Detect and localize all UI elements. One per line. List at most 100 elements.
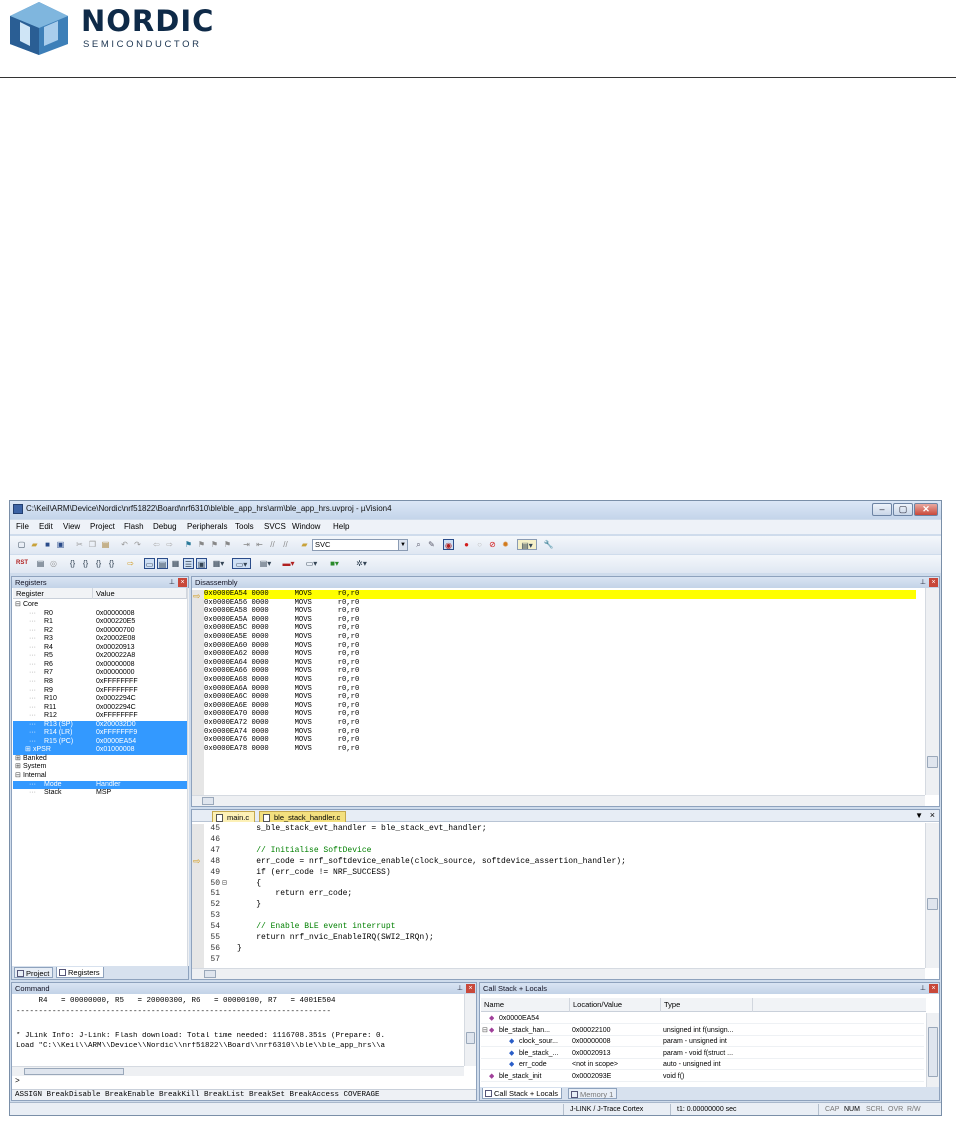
- symbols-window-icon[interactable]: ▦: [170, 558, 181, 569]
- step-out-icon[interactable]: {}: [93, 558, 104, 569]
- callstack-row[interactable]: ◆ err_code <not in scope> auto - unsigned i…: [481, 1059, 924, 1070]
- app-icon[interactable]: [13, 504, 23, 514]
- disassembly-row[interactable]: 0x0000EA6C 0000 MOVS r0,r0: [204, 693, 916, 702]
- open-folder-icon[interactable]: ▰: [29, 539, 40, 550]
- menu-view[interactable]: View: [63, 522, 80, 531]
- close-icon[interactable]: ×: [929, 984, 938, 993]
- run-to-cursor-icon[interactable]: {}: [106, 558, 117, 569]
- callstack-row[interactable]: ◆ 0x0000EA54: [481, 1013, 924, 1024]
- serial-windows-icon[interactable]: ▤▾: [256, 558, 275, 569]
- code-line[interactable]: 53: [192, 911, 922, 922]
- copy-icon[interactable]: ❐: [87, 539, 98, 550]
- editor-hscroll[interactable]: [192, 968, 925, 979]
- command-hscroll-thumb[interactable]: [24, 1068, 124, 1075]
- pin-icon[interactable]: ⊥: [169, 577, 175, 588]
- pin-icon[interactable]: ⊥: [920, 577, 926, 588]
- register-row[interactable]: ··· R3 0x20002E08: [13, 635, 187, 644]
- menu-flash[interactable]: Flash: [124, 522, 144, 531]
- collapse-icon[interactable]: ⊟: [15, 601, 21, 610]
- callstack-row[interactable]: ◆ ⊟ ble_stack_han... 0x00022100 unsigned int…: [481, 1025, 924, 1036]
- debug-session-icon[interactable]: ◉: [443, 539, 454, 550]
- system-viewer-icon[interactable]: ■▾: [325, 558, 344, 569]
- close-icon[interactable]: ×: [466, 984, 475, 993]
- disassembly-row[interactable]: 0x0000EA5A 0000 MOVS r0,r0: [204, 616, 916, 625]
- cut-icon[interactable]: ✂: [74, 539, 85, 550]
- register-row[interactable]: ⊞ Banked: [13, 755, 187, 764]
- menu-window[interactable]: Window: [292, 522, 320, 531]
- tab-call-stack-locals[interactable]: Call Stack + Locals: [482, 1088, 562, 1099]
- unindent-icon[interactable]: ⇤: [254, 539, 265, 550]
- code-view[interactable]: ⇨ 45 s_ble_stack_evt_handler = ble_stack…: [192, 824, 925, 968]
- title-bar[interactable]: C:\Keil\ARM\Device\Nordic\nrf51822\Board…: [10, 501, 941, 519]
- incremental-find-icon[interactable]: ✎: [426, 539, 437, 550]
- tab-main-c[interactable]: main.c: [212, 811, 256, 822]
- register-row[interactable]: ··· R0 0x00000008: [13, 610, 187, 619]
- expand-icon[interactable]: ⊞: [25, 746, 31, 755]
- step-into-icon[interactable]: {}: [67, 558, 78, 569]
- fold-icon[interactable]: ⊟: [222, 879, 227, 890]
- disassembly-hscroll[interactable]: [192, 795, 925, 806]
- save-icon[interactable]: ■: [42, 539, 53, 550]
- pin-icon[interactable]: ⊥: [920, 983, 926, 994]
- reset-icon[interactable]: RST: [16, 558, 28, 569]
- callstack-row[interactable]: ◆ ble_stack_init 0x0002093E void f(): [481, 1071, 924, 1082]
- memory-windows-icon[interactable]: ▭▾: [232, 558, 251, 569]
- column-location-value[interactable]: Location/Value: [570, 998, 661, 1012]
- disassembly-row[interactable]: 0x0000EA66 0000 MOVS r0,r0: [204, 667, 916, 676]
- tab-registers[interactable]: Registers: [56, 967, 104, 978]
- configure-icon[interactable]: 🔧: [543, 539, 554, 550]
- registers-window-icon[interactable]: ☰: [183, 558, 194, 569]
- disassembly-row[interactable]: 0x0000EA56 0000 MOVS r0,r0: [204, 599, 916, 608]
- expand-icon[interactable]: ⊞: [15, 755, 21, 764]
- column-name[interactable]: Name: [481, 998, 570, 1012]
- register-row[interactable]: ··· R1 0x000220E5: [13, 618, 187, 627]
- code-line[interactable]: 48 err_code = nrf_softdevice_enable(cloc…: [192, 857, 922, 868]
- save-all-icon[interactable]: ▣: [55, 539, 66, 550]
- editor-vscroll-thumb[interactable]: [927, 898, 938, 910]
- uncomment-icon[interactable]: //: [280, 539, 291, 550]
- command-prompt[interactable]: >: [15, 1077, 20, 1086]
- comment-icon[interactable]: //: [267, 539, 278, 550]
- menu-debug[interactable]: Debug: [153, 522, 177, 531]
- clear-bookmarks-icon[interactable]: ⚑: [222, 539, 233, 550]
- register-row[interactable]: ··· R2 0x00000700: [13, 627, 187, 636]
- redo-icon[interactable]: ↷: [132, 539, 143, 550]
- code-line[interactable]: 45 s_ble_stack_evt_handler = ble_stack_e…: [192, 824, 922, 835]
- close-file-icon[interactable]: ×: [930, 810, 935, 820]
- disassembly-row[interactable]: 0x0000EA5E 0000 MOVS r0,r0: [204, 633, 916, 642]
- watch-windows-icon[interactable]: ▦▾: [209, 558, 228, 569]
- register-row[interactable]: ⊟ Internal: [13, 772, 187, 781]
- disassembly-row[interactable]: 0x0000EA78 0000 MOVS r0,r0: [204, 745, 916, 754]
- next-bookmark-icon[interactable]: ⚑: [209, 539, 220, 550]
- disassembly-row[interactable]: 0x0000EA68 0000 MOVS r0,r0: [204, 676, 916, 685]
- registers-scrollbar[interactable]: [187, 588, 189, 966]
- collapse-icon[interactable]: ⊟: [15, 772, 21, 781]
- disable-breakpoints-icon[interactable]: ⊘: [487, 539, 498, 550]
- back-icon[interactable]: ⇦: [151, 539, 162, 550]
- command-output[interactable]: R4 = 00000000, R5 = 20000300, R6 = 00000…: [12, 996, 464, 1066]
- register-row[interactable]: ··· R15 (PC) 0x0000EA54: [13, 737, 187, 747]
- chevron-down-icon[interactable]: ▼: [398, 540, 407, 550]
- register-row[interactable]: ··· R9 0xFFFFFFFF: [13, 687, 187, 696]
- command-vscroll[interactable]: [464, 994, 476, 1066]
- menu-help[interactable]: Help: [333, 522, 349, 531]
- editor-hscroll-thumb[interactable]: [204, 970, 216, 978]
- disassembly-row[interactable]: 0x0000EA58 0000 MOVS r0,r0: [204, 607, 916, 616]
- register-row[interactable]: ··· R11 0x0002294C: [13, 704, 187, 713]
- code-line[interactable]: 47 // Initialise SoftDevice: [192, 846, 922, 857]
- forward-icon[interactable]: ⇨: [164, 539, 175, 550]
- code-line[interactable]: 51 return err_code;: [192, 889, 922, 900]
- register-row[interactable]: ⊟ Core: [13, 601, 187, 610]
- find-icon[interactable]: ⌕: [413, 539, 424, 550]
- editor-vscroll[interactable]: [925, 823, 939, 968]
- menu-project[interactable]: Project: [90, 522, 115, 531]
- menu-svcs[interactable]: SVCS: [264, 522, 286, 531]
- disassembly-row[interactable]: 0x0000EA6E 0000 MOVS r0,r0: [204, 702, 916, 711]
- disassembly-row[interactable]: 0x0000EA70 0000 MOVS r0,r0: [204, 710, 916, 719]
- tab-list-dropdown-icon[interactable]: ▼: [915, 811, 923, 820]
- minimize-button[interactable]: –: [872, 503, 892, 516]
- code-line[interactable]: 57: [192, 955, 922, 966]
- analysis-windows-icon[interactable]: ▬▾: [279, 558, 298, 569]
- disassembly-row[interactable]: 0x0000EA5C 0000 MOVS r0,r0: [204, 624, 916, 633]
- kill-breakpoints-icon[interactable]: ✹: [500, 539, 511, 550]
